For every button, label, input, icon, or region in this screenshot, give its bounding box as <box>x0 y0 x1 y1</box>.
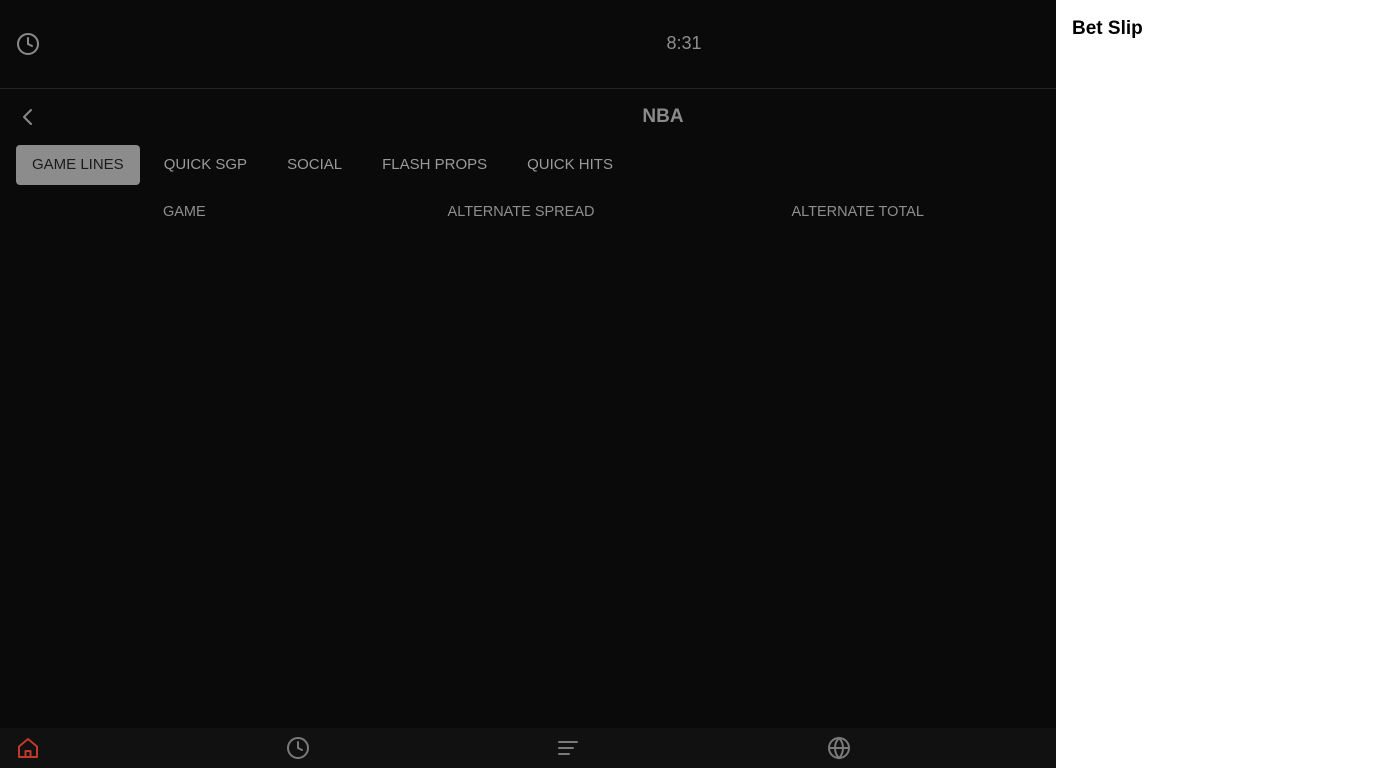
home-icon <box>18 738 38 758</box>
page-title: NBA <box>642 106 684 127</box>
nav-home[interactable] <box>16 736 40 760</box>
bet-slip-title: Bet Slip <box>1072 18 1143 39</box>
sportsbook-app: 8:31 NBA GAME LINES QUICK SGP SOCIAL FLA… <box>0 0 1056 768</box>
page-header: NBA <box>0 89 1056 145</box>
bet-slip-panel: Bet Slip <box>1056 0 1376 768</box>
nav-history[interactable] <box>286 736 310 760</box>
tab-quick-sgp[interactable]: QUICK SGP <box>148 145 263 185</box>
clock-icon <box>287 737 309 759</box>
clock-time: 8:31 <box>666 33 702 53</box>
column-header-alternate-spread[interactable]: ALTERNATE SPREAD <box>353 200 690 224</box>
tab-game-lines[interactable]: GAME LINES <box>16 145 140 185</box>
column-header-alternate-total[interactable]: ALTERNATE TOTAL <box>689 200 1026 224</box>
bottom-nav <box>0 728 1056 768</box>
tab-social[interactable]: SOCIAL <box>271 145 358 185</box>
nav-globe[interactable] <box>827 736 851 760</box>
top-bar: 8:31 <box>0 0 1056 89</box>
tab-quick-hits[interactable]: QUICK HITS <box>511 145 629 185</box>
globe-icon <box>828 736 850 760</box>
column-headers: GAME ALTERNATE SPREAD ALTERNATE TOTAL <box>16 200 1026 224</box>
menu-icon <box>558 741 578 755</box>
column-header-game[interactable]: GAME <box>16 200 353 224</box>
nav-menu[interactable] <box>556 736 580 760</box>
market-tabs: GAME LINES QUICK SGP SOCIAL FLASH PROPS … <box>16 145 637 185</box>
tab-flash-props[interactable]: FLASH PROPS <box>366 145 503 185</box>
